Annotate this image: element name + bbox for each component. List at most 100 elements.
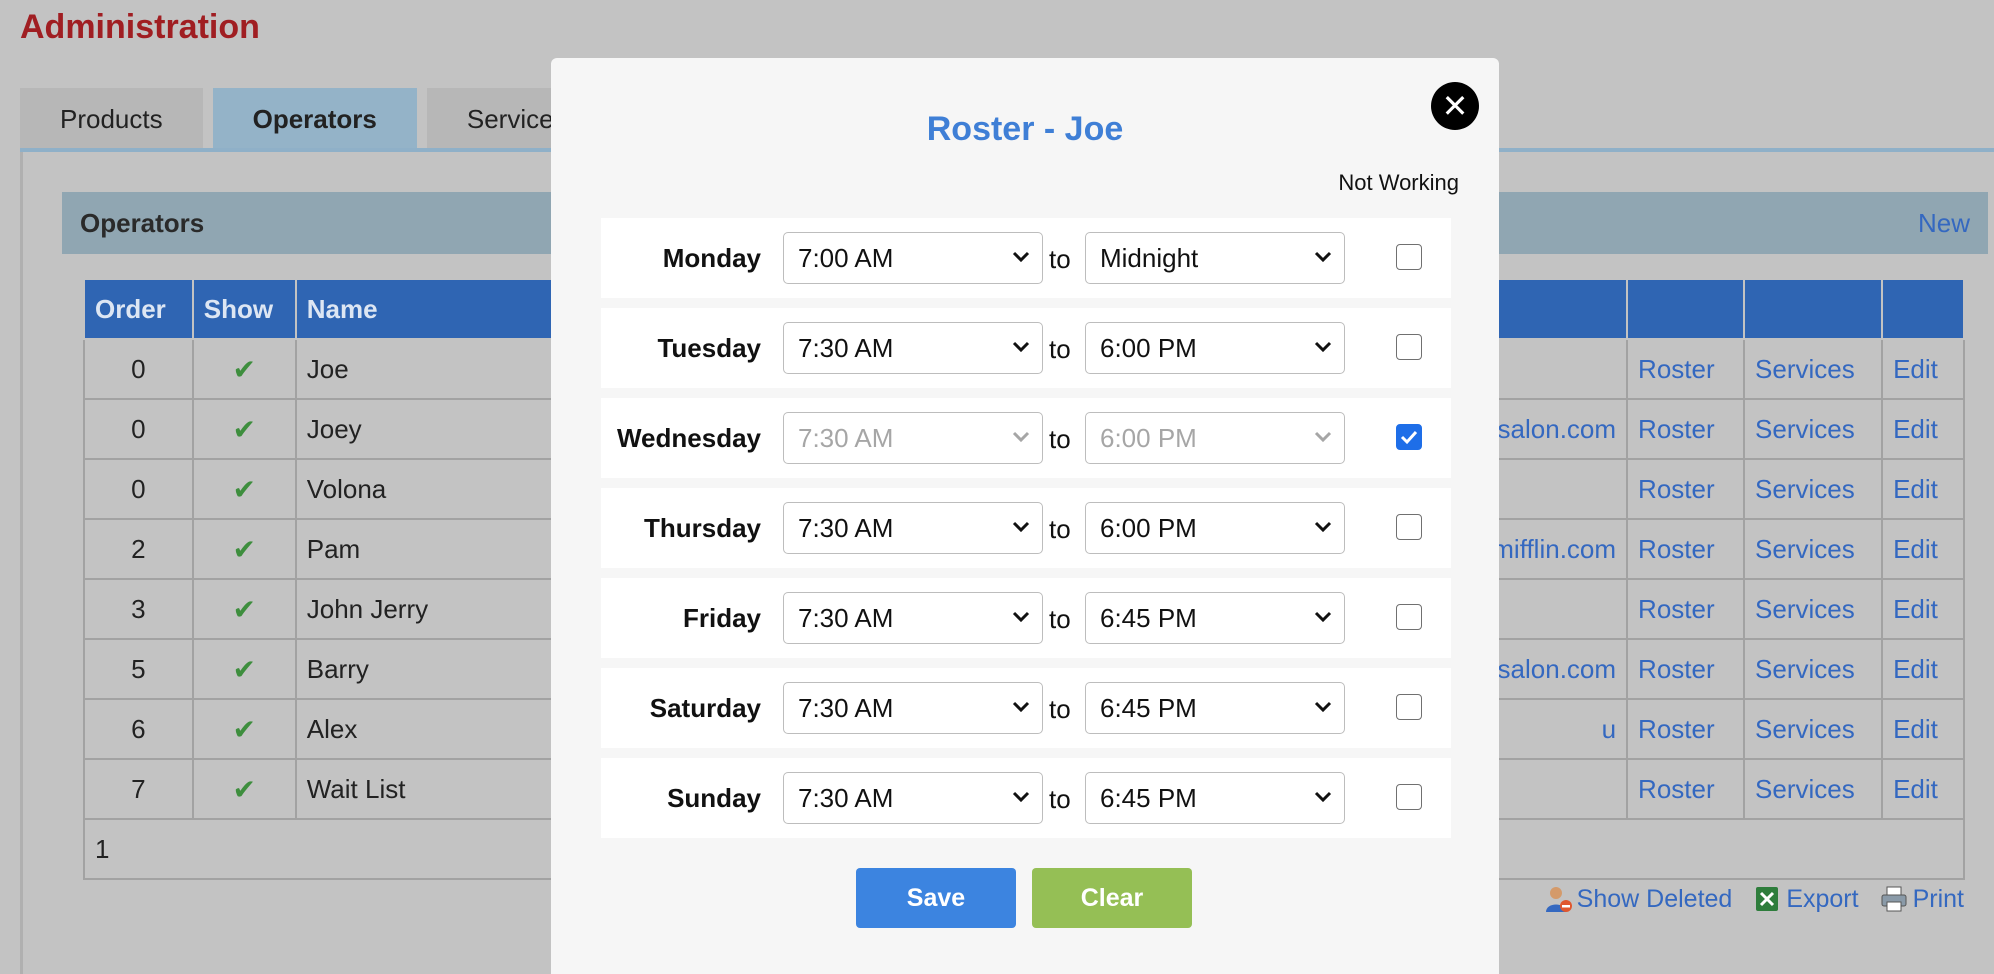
start-time-select[interactable]: 7:00 AM [783,232,1043,284]
edit-link[interactable]: Edit [1881,638,1965,700]
show-cell: ✔ [191,398,297,460]
roster-link[interactable]: Roster [1626,578,1746,640]
operator-name: Barry [306,653,369,684]
end-time-select[interactable]: 6:45 PM [1085,772,1345,824]
end-time-select[interactable]: 6:00 PM [1085,322,1345,374]
end-time-select[interactable]: Midnight [1085,232,1345,284]
save-button[interactable]: Save [856,868,1016,928]
tab-operators[interactable]: Operators [212,88,417,150]
services-link[interactable]: Services [1743,758,1884,820]
edit-link[interactable]: Edit [1881,338,1965,400]
end-time-select[interactable]: 6:45 PM [1085,682,1345,734]
roster-link[interactable]: Roster [1626,338,1746,400]
not-working-checkbox[interactable] [1396,334,1422,360]
start-time-select[interactable]: 7:30 AM [783,772,1043,824]
day-label: Thursday [643,512,761,543]
edit-link[interactable]: Edit [1881,518,1965,580]
operator-name: Alex [306,713,358,744]
end-time-value: 6:45 PM [1100,602,1197,633]
day-label: Monday [662,242,761,273]
export-label: Export [1786,884,1859,913]
start-time-select[interactable]: 7:30 AM [783,502,1043,554]
operator-name: John Jerry [306,593,429,624]
services-link[interactable]: Services [1743,338,1884,400]
operator-name: Volona [306,473,387,504]
edit-link[interactable]: Edit [1881,758,1965,820]
start-time-select[interactable]: 7:30 AM [783,322,1043,374]
new-operator-link[interactable]: New [1918,208,1970,239]
print-button[interactable]: Print [1879,884,1964,914]
services-link[interactable]: Services [1743,638,1884,700]
chevron-down-icon [1314,251,1332,263]
end-time-select[interactable]: 6:00 PM [1085,412,1345,464]
end-time-select[interactable]: 6:00 PM [1085,502,1345,554]
operator-name: Joey [306,413,362,444]
to-label: to [1049,334,1071,364]
roster-row-tuesday: Tuesday 7:30 AM to 6:00 PM [601,308,1451,388]
chevron-down-icon [1012,251,1030,263]
column-header-show[interactable]: Show [191,278,297,340]
operator-order: 6 [83,698,194,760]
show-cell: ✔ [191,578,297,640]
not-working-checkbox[interactable] [1396,784,1422,810]
operator-order: 3 [83,578,194,640]
roster-link[interactable]: Roster [1626,518,1746,580]
edit-link[interactable]: Edit [1881,458,1965,520]
page-title: Administration [20,8,260,46]
services-link[interactable]: Services [1743,698,1884,760]
services-link[interactable]: Services [1743,398,1884,460]
start-time-select[interactable]: 7:30 AM [783,592,1043,644]
end-time-value: 6:45 PM [1100,782,1197,813]
start-time-select[interactable]: 7:30 AM [783,682,1043,734]
operator-email-link[interactable]: u [1602,714,1616,745]
roster-link[interactable]: Roster [1626,398,1746,460]
operator-order: 5 [83,638,194,700]
show-cell: ✔ [191,338,297,400]
export-button[interactable]: Export [1752,884,1859,914]
tab-products[interactable]: Products [20,88,203,150]
roster-link[interactable]: Roster [1626,758,1746,820]
roster-link[interactable]: Roster [1626,698,1746,760]
chevron-down-icon [1314,611,1332,623]
not-working-checkbox[interactable] [1396,514,1422,540]
chevron-down-icon [1012,701,1030,713]
not-working-checkbox[interactable] [1396,424,1422,450]
checkmark-icon: ✔ [232,353,256,385]
services-link[interactable]: Services [1743,578,1884,640]
day-label: Wednesday [616,422,761,453]
end-time-select[interactable]: 6:45 PM [1085,592,1345,644]
start-time-select[interactable]: 7:30 AM [783,412,1043,464]
to-label: to [1049,694,1071,724]
edit-link[interactable]: Edit [1881,698,1965,760]
operator-email-link[interactable]: salon.com [1498,414,1617,445]
day-label: Friday [682,602,761,633]
user-remove-icon [1545,887,1572,912]
operator-email-link[interactable]: salon.com [1498,654,1617,685]
column-header-order[interactable]: Order [83,278,194,340]
show-deleted-button[interactable]: Show Deleted [1543,884,1732,914]
edit-link[interactable]: Edit [1881,578,1965,640]
chevron-down-icon [1012,521,1030,533]
services-link[interactable]: Services [1743,518,1884,580]
column-header-edit [1881,278,1965,340]
chevron-down-icon [1314,341,1332,353]
not-working-checkbox[interactable] [1396,604,1422,630]
operator-order: 7 [83,758,194,820]
edit-link[interactable]: Edit [1881,398,1965,460]
to-label: to [1049,784,1071,814]
column-header-services [1743,278,1884,340]
roster-link[interactable]: Roster [1626,638,1746,700]
chevron-down-icon [1314,791,1332,803]
not-working-checkbox[interactable] [1396,694,1422,720]
start-time-value: 7:00 AM [798,242,894,273]
clear-button[interactable]: Clear [1032,868,1192,928]
day-label: Saturday [649,692,761,723]
checkmark-icon: ✔ [232,713,256,745]
roster-link[interactable]: Roster [1626,458,1746,520]
to-label: to [1049,244,1071,274]
end-time-value: 6:00 PM [1100,512,1197,543]
checkmark-icon [1400,430,1418,445]
to-label: to [1049,424,1071,454]
services-link[interactable]: Services [1743,458,1884,520]
not-working-checkbox[interactable] [1396,244,1422,270]
